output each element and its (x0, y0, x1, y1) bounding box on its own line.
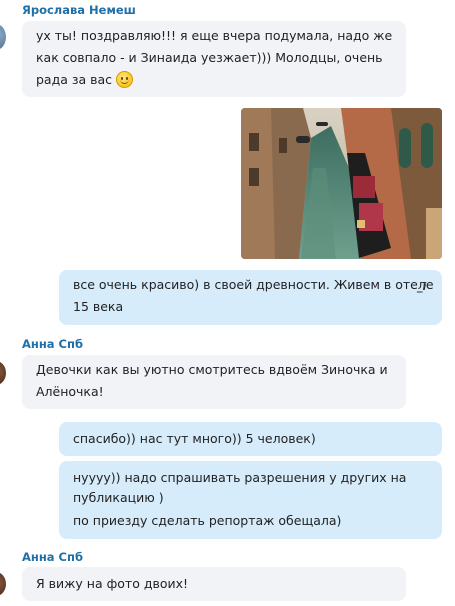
message-bubble[interactable]: все очень красиво) в своей древности. Жи… (59, 270, 442, 325)
message-text-line: Я вижу на фото двоих! (36, 576, 189, 591)
message-text-line: 15 века (73, 299, 124, 314)
message-text: рада за вас (36, 72, 113, 87)
avatar[interactable] (0, 24, 6, 50)
message-text-line: все очень красиво) в своей древности. Жи… (73, 277, 434, 292)
message-bubble[interactable]: Я вижу на фото двоих! (22, 567, 406, 601)
canal-photo[interactable] (241, 108, 442, 259)
sender-name[interactable]: Анна Спб (22, 337, 83, 351)
avatar[interactable] (0, 361, 6, 385)
message-text-line: как совпало - и Зинаида уезжает))) Молод… (36, 50, 383, 65)
message-bubble[interactable]: Девочки как вы уютно смотритесь вдвоём З… (22, 355, 406, 409)
message-text-line: по приезду сделать репортаж обещала) (73, 513, 342, 528)
message-bubble[interactable]: спасибо)) нас тут много)) 5 человек) (59, 422, 442, 456)
message-text-line: нуууу)) надо спрашивать разрешения у дру… (73, 470, 407, 485)
message-text-line: Девочки как вы уютно смотритесь вдвоём З… (36, 362, 388, 377)
smile-emoji-icon (116, 71, 134, 88)
edit-mark-icon: _i (417, 280, 427, 293)
message-bubble[interactable]: нуууу)) надо спрашивать разрешения у дру… (59, 461, 442, 539)
canal-photo-image (241, 108, 442, 259)
message-text-line: спасибо)) нас тут много)) 5 человек) (73, 431, 316, 446)
message-text-line: публикацию ) (73, 490, 164, 505)
message-text-line: Алёночка! (36, 384, 104, 399)
message-text-line: рада за вас (36, 69, 134, 91)
avatar[interactable] (0, 572, 6, 596)
sender-name[interactable]: Анна Спб (22, 550, 83, 564)
sender-name[interactable]: Ярослава Немеш (22, 3, 136, 17)
message-text-line: ух ты! поздравляю!!! я еще вчера подумал… (36, 28, 393, 43)
message-bubble[interactable]: ух ты! поздравляю!!! я еще вчера подумал… (22, 21, 406, 97)
